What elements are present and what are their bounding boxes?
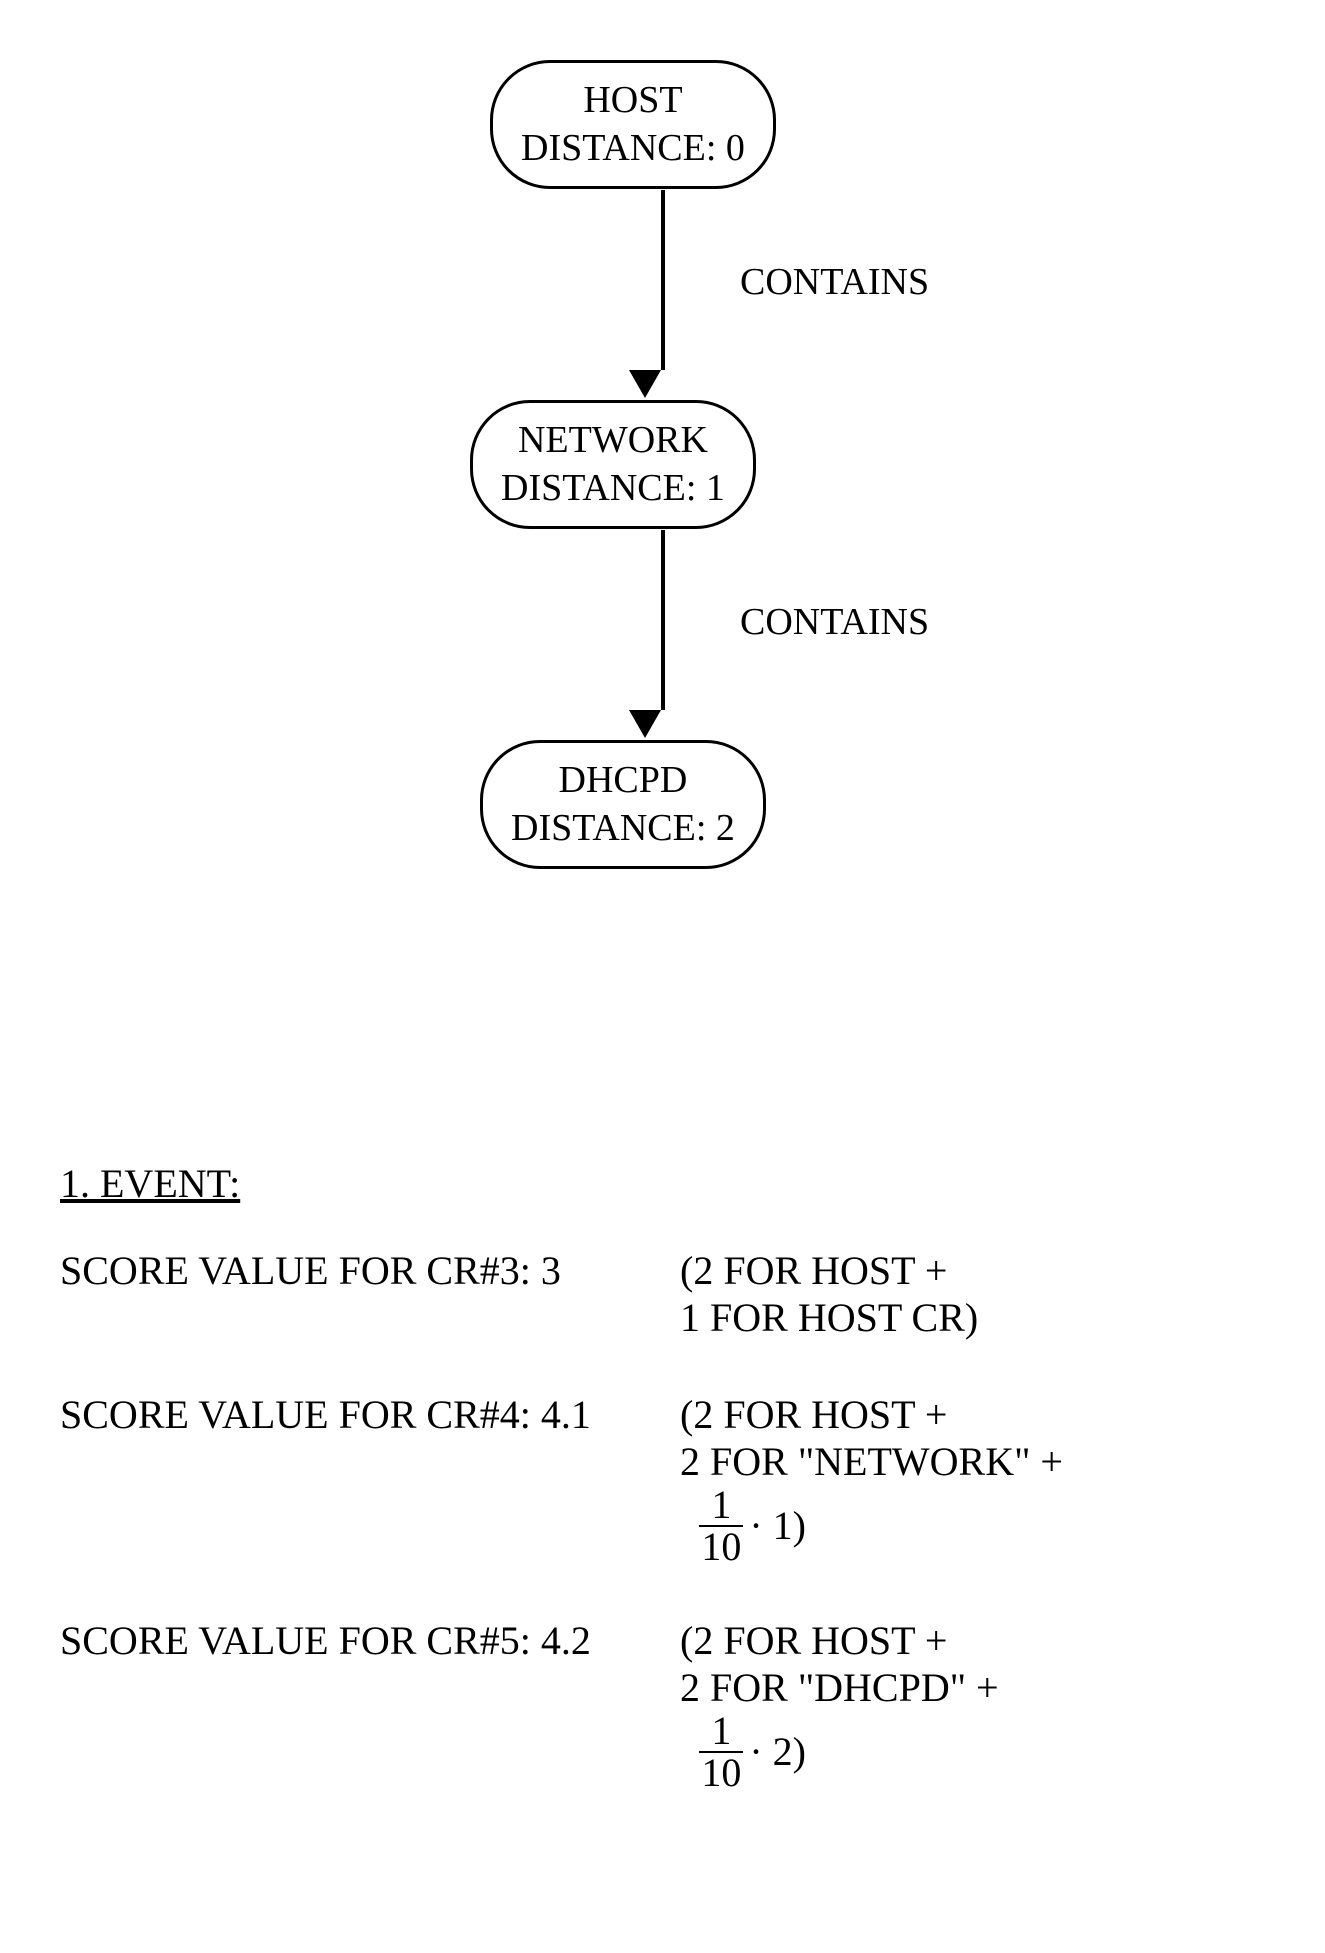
fraction-denominator: 10 — [699, 1753, 743, 1793]
score-label: SCORE VALUE FOR CR#3: 3 — [60, 1247, 680, 1294]
explanation-line: (2 FOR HOST + — [680, 1617, 1260, 1664]
explanation-line: 1 FOR HOST CR) — [680, 1294, 1260, 1341]
node-network: NETWORK DISTANCE: 1 — [470, 400, 756, 529]
score-row: SCORE VALUE FOR CR#5: 4.2 (2 FOR HOST + … — [60, 1617, 1260, 1793]
node-title: DHCPD — [511, 757, 735, 805]
score-explanation: (2 FOR HOST + 2 FOR "DHCPD" + ( 1 10 · 2… — [680, 1617, 1260, 1793]
fraction-tail: · 2) — [749, 1720, 806, 1784]
score-label: SCORE VALUE FOR CR#5: 4.2 — [60, 1617, 680, 1664]
fraction: 1 10 — [699, 1711, 743, 1793]
fraction-tail: · 1) — [749, 1494, 806, 1558]
explanation-fraction-line: ( 1 10 · 2) — [680, 1711, 1260, 1793]
fraction-numerator: 1 — [699, 1485, 743, 1527]
score-row: SCORE VALUE FOR CR#4: 4.1 (2 FOR HOST + … — [60, 1391, 1260, 1567]
node-title: NETWORK — [501, 417, 725, 465]
explanation-line: 2 FOR "NETWORK" + — [680, 1438, 1260, 1485]
node-title: HOST — [521, 77, 745, 125]
node-dhcpd: DHCPD DISTANCE: 2 — [480, 740, 766, 869]
explanation-line: 2 FOR "DHCPD" + — [680, 1664, 1260, 1711]
node-subtitle: DISTANCE: 2 — [511, 805, 735, 853]
node-subtitle: DISTANCE: 1 — [501, 465, 725, 513]
arrow-head — [629, 370, 661, 398]
fraction-denominator: 10 — [699, 1527, 743, 1567]
explanation-line: (2 FOR HOST + — [680, 1247, 1260, 1294]
node-subtitle: DISTANCE: 0 — [521, 125, 745, 173]
explanation-line: (2 FOR HOST + — [680, 1391, 1260, 1438]
edge-label-contains: CONTAINS — [740, 260, 929, 304]
arrow-head — [629, 710, 661, 738]
edge-label-contains: CONTAINS — [740, 600, 929, 644]
event-section: 1. EVENT: SCORE VALUE FOR CR#3: 3 (2 FOR… — [60, 1160, 1260, 1843]
explanation-fraction-line: ( 1 10 · 1) — [680, 1485, 1260, 1567]
fraction-numerator: 1 — [699, 1711, 743, 1753]
event-heading: 1. EVENT: — [60, 1160, 1260, 1207]
arrow-line — [661, 190, 665, 370]
score-explanation: (2 FOR HOST + 2 FOR "NETWORK" + ( 1 10 ·… — [680, 1391, 1260, 1567]
score-label: SCORE VALUE FOR CR#4: 4.1 — [60, 1391, 680, 1438]
hierarchy-diagram: HOST DISTANCE: 0 CONTAINS NETWORK DISTAN… — [0, 60, 1325, 960]
fraction: 1 10 — [699, 1485, 743, 1567]
arrow-line — [661, 530, 665, 710]
node-host: HOST DISTANCE: 0 — [490, 60, 776, 189]
score-explanation: (2 FOR HOST + 1 FOR HOST CR) — [680, 1247, 1260, 1341]
score-row: SCORE VALUE FOR CR#3: 3 (2 FOR HOST + 1 … — [60, 1247, 1260, 1341]
